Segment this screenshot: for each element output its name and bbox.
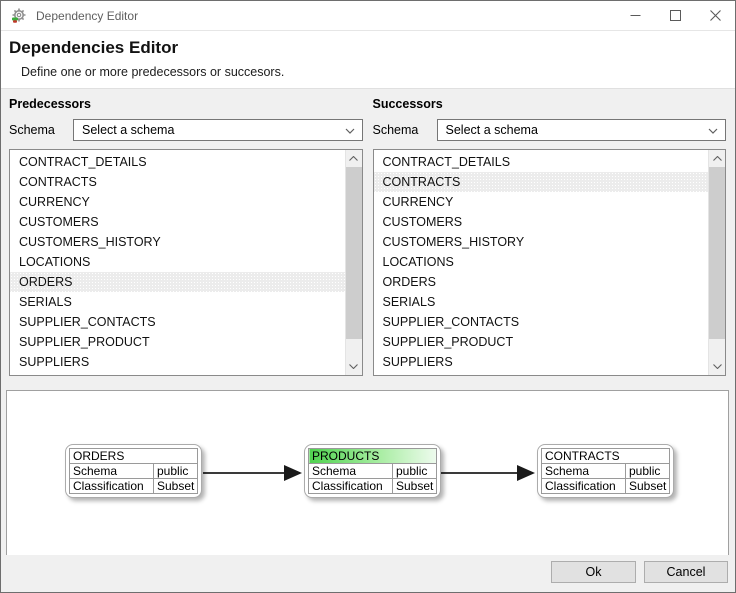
list-item-selected[interactable]: CONTRACTS xyxy=(373,172,708,192)
window-title: Dependency Editor xyxy=(36,8,139,23)
list-item[interactable]: LOCATIONS xyxy=(10,252,345,272)
predecessors-schema-dropdown[interactable]: Select a schema xyxy=(73,119,363,141)
entity-row-value: public xyxy=(624,463,671,479)
ok-button[interactable]: Ok xyxy=(551,561,636,583)
entity-orders[interactable]: ORDERS Schema public Classification Subs… xyxy=(65,444,203,498)
scrollbar-thumb[interactable] xyxy=(709,167,725,339)
list-item[interactable]: SUPPLIERS xyxy=(10,352,345,372)
titlebar: Dependency Editor xyxy=(1,1,735,31)
list-item[interactable]: CONTRACT_DETAILS xyxy=(10,152,345,172)
dialog-footer: Ok Cancel xyxy=(1,555,735,592)
successors-title: Successors xyxy=(372,97,443,111)
list-item[interactable]: CUSTOMERS xyxy=(10,212,345,232)
successors-list: CONTRACT_DETAILS CONTRACTS CURRENCY CUST… xyxy=(372,149,726,376)
dropdown-value: Select a schema xyxy=(445,123,538,137)
list-item[interactable]: LOCATIONS xyxy=(374,252,709,272)
dependency-editor-window: Dependency Editor Dependencies Editor De… xyxy=(0,0,736,593)
chevron-down-icon xyxy=(708,128,718,134)
list-item[interactable]: ORDERS xyxy=(374,272,709,292)
list-item[interactable]: SUPPLIERS xyxy=(374,352,709,372)
predecessors-list-items: CONTRACT_DETAILS CONTRACTS CURRENCY CUST… xyxy=(10,150,345,375)
list-item[interactable]: CONTRACT_DETAILS xyxy=(374,152,709,172)
predecessors-column: Predecessors Schema Select a schema CONT… xyxy=(9,89,363,376)
scroll-up-icon[interactable] xyxy=(346,150,362,167)
dropdown-value: Select a schema xyxy=(82,123,175,137)
successors-scrollbar[interactable] xyxy=(708,150,725,375)
entity-row-value: public xyxy=(391,463,438,479)
entity-title: ORDERS xyxy=(68,448,199,464)
entity-row-label: Schema xyxy=(69,463,154,479)
schema-label: Schema xyxy=(372,123,419,137)
entity-row-label: Classification xyxy=(308,478,393,494)
list-item[interactable]: SERIALS xyxy=(10,292,345,312)
scrollbar-thumb[interactable] xyxy=(345,167,362,339)
maximize-icon xyxy=(669,10,681,21)
dialog-header: Dependencies Editor Define one or more p… xyxy=(1,31,735,89)
list-item[interactable]: SUPPLIER_CONTACTS xyxy=(374,312,709,332)
list-item[interactable]: SUPPLIER_PRODUCT xyxy=(10,332,345,352)
list-item[interactable]: CUSTOMERS_HISTORY xyxy=(374,232,709,252)
entity-contracts[interactable]: CONTRACTS Schema public Classification S… xyxy=(537,444,675,498)
entity-row-label: Schema xyxy=(541,463,626,479)
list-item[interactable]: SERIALS xyxy=(374,292,709,312)
entity-row-label: Schema xyxy=(308,463,393,479)
minimize-icon xyxy=(630,15,640,16)
successors-schema-row: Schema Select a schema xyxy=(372,119,726,141)
predecessors-schema-row: Schema Select a schema xyxy=(9,119,363,141)
successors-column: Successors Schema Select a schema CONTRA… xyxy=(372,89,726,376)
successors-list-items: CONTRACT_DETAILS CONTRACTS CURRENCY CUST… xyxy=(373,150,709,375)
entity-row-value: public xyxy=(152,463,199,479)
app-gear-icon xyxy=(10,7,28,25)
list-item[interactable]: CURRENCY xyxy=(10,192,345,212)
entity-title: CONTRACTS xyxy=(540,448,671,464)
chevron-down-icon xyxy=(345,128,354,134)
selector-columns: Predecessors Schema Select a schema CONT… xyxy=(1,89,735,376)
predecessors-title: Predecessors xyxy=(9,97,92,111)
list-item[interactable]: CUSTOMERS_HISTORY xyxy=(10,232,345,252)
window-controls xyxy=(615,1,735,30)
scroll-up-icon[interactable] xyxy=(709,150,725,167)
entity-row-value: Subset xyxy=(152,478,199,494)
close-icon xyxy=(709,10,721,21)
entity-row-value: Subset xyxy=(391,478,438,494)
predecessors-list: CONTRACT_DETAILS CONTRACTS CURRENCY CUST… xyxy=(9,149,363,376)
successors-schema-dropdown[interactable]: Select a schema xyxy=(436,119,726,141)
dependency-diagram-panel: ORDERS Schema public Classification Subs… xyxy=(6,390,729,557)
entity-products[interactable]: PRODUCTS Schema public Classification Su… xyxy=(304,444,442,498)
entity-row-label: Classification xyxy=(541,478,626,494)
list-item[interactable]: CURRENCY xyxy=(374,192,709,212)
list-item[interactable]: SUPPLIER_CONTACTS xyxy=(10,312,345,332)
list-item[interactable]: CONTRACTS xyxy=(10,172,345,192)
page-subtitle: Define one or more predecessors or succe… xyxy=(21,65,285,79)
close-button[interactable] xyxy=(695,1,735,30)
minimize-button[interactable] xyxy=(615,1,655,30)
list-item[interactable]: CUSTOMERS xyxy=(374,212,709,232)
entity-title: PRODUCTS xyxy=(307,448,438,464)
scroll-down-icon[interactable] xyxy=(346,358,362,375)
list-item-selected[interactable]: ORDERS xyxy=(10,272,345,292)
page-title: Dependencies Editor xyxy=(9,38,179,57)
entity-row-value: Subset xyxy=(624,478,671,494)
maximize-button[interactable] xyxy=(655,1,695,30)
cancel-button[interactable]: Cancel xyxy=(644,561,728,583)
schema-label: Schema xyxy=(9,123,55,137)
entity-row-label: Classification xyxy=(69,478,154,494)
scroll-down-icon[interactable] xyxy=(709,358,725,375)
list-item[interactable]: SUPPLIER_PRODUCT xyxy=(374,332,709,352)
predecessors-scrollbar[interactable] xyxy=(344,150,362,375)
